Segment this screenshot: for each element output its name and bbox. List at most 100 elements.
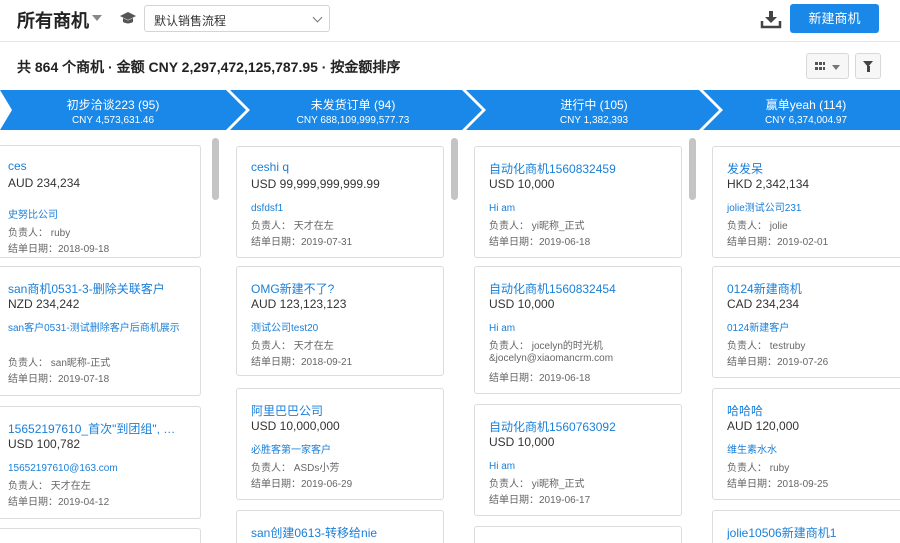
view-switch-button[interactable]: [806, 53, 849, 79]
card-title[interactable]: 发发呆: [727, 160, 900, 177]
caret-down-icon: [832, 65, 840, 70]
card-title[interactable]: jolie10506新建商机1: [727, 524, 900, 541]
card-title[interactable]: san商机0531-3-删除关联客户: [8, 280, 194, 297]
opportunity-card[interactable]: 0124新建商机 CAD 234,234 0124新建客户 负责人： testr…: [712, 266, 900, 378]
card-customer[interactable]: 测试公司test20: [251, 321, 437, 337]
opportunity-card[interactable]: 自动化商机1560763092 USD 10,000 Hi am 负责人： yi…: [474, 404, 682, 516]
summary-text: 共 864 个商机 · 金额 CNY 2,297,472,125,787.95 …: [17, 59, 401, 75]
card-customer[interactable]: 必胜客第一家客户: [251, 443, 437, 459]
stage-column-4: 发发呆 HKD 2,342,134 jolie测试公司231 负责人： joli…: [712, 138, 900, 543]
card-title[interactable]: OMG新建不了?: [251, 280, 437, 297]
page-title[interactable]: 所有商机: [17, 7, 89, 33]
import-icon[interactable]: [760, 9, 782, 29]
card-customer[interactable]: Hi am: [489, 201, 675, 217]
stage-bar: 初步洽谈223 (95) CNY 4,573,631.46 未发货订单 (94)…: [0, 90, 900, 130]
card-title[interactable]: 15652197610_首次"到团组", …: [8, 420, 194, 437]
card-close-date: 结单日期：2019-07-26: [727, 357, 829, 368]
card-close-date: 结单日期：2019-02-01: [727, 237, 829, 248]
opportunity-card[interactable]: 发发呆 HKD 2,342,134 jolie测试公司231 负责人： joli…: [712, 146, 900, 258]
card-amount: USD 99,999,999,999.99: [251, 177, 380, 191]
card-amount: AUD 123,123,123: [251, 297, 347, 311]
card-title[interactable]: san创建0613-转移给nie: [251, 524, 437, 541]
card-close-date: 结单日期：2018-09-21: [251, 357, 353, 368]
column-1-scrollbar[interactable]: [212, 138, 219, 200]
stage-name: 赢单yeah (114): [765, 98, 847, 112]
card-close-date: 结单日期：2019-04-12: [8, 497, 110, 508]
card-owner: 负责人： testruby: [727, 341, 806, 352]
card-owner: 负责人： jocelyn的时光机: [489, 341, 603, 352]
stage-1[interactable]: 初步洽谈223 (95) CNY 4,573,631.46: [0, 90, 226, 130]
card-customer[interactable]: 维生素水水: [727, 443, 900, 459]
card-close-date: 结单日期：2019-06-29: [251, 479, 353, 490]
card-close-date: 结单日期：2019-07-31: [251, 237, 353, 248]
card-owner: 负责人： ruby: [8, 228, 71, 239]
top-bar: 所有商机 默认销售流程 新建商机: [0, 0, 900, 42]
opportunity-card[interactable]: san商机0531-3-删除关联客户 NZD 234,242 san客户0531…: [0, 266, 201, 396]
stage-name: 进行中 (105): [560, 98, 628, 112]
card-owner: 负责人： jolie: [727, 221, 788, 232]
card-title[interactable]: ceshi q: [251, 160, 437, 174]
graduation-cap-icon: [120, 12, 136, 24]
card-close-date: 结单日期：2019-07-18: [8, 374, 110, 385]
card-amount: USD 10,000: [489, 435, 555, 449]
opportunity-card[interactable]: 自动化商机1560832459 USD 10,000 Hi am 负责人： yi…: [474, 146, 682, 258]
opportunity-card[interactable]: OMG新建不了? AUD 123,123,123 测试公司test20 负责人：…: [236, 266, 444, 376]
opportunity-card[interactable]: ceshi q USD 99,999,999,999.99 dsfdsf1 负责…: [236, 146, 444, 258]
card-title[interactable]: 哈哈哈: [727, 402, 900, 419]
card-customer[interactable]: Hi am: [489, 321, 675, 337]
opportunity-card[interactable]: 自动化商机1560832454 USD 10,000 Hi am 负责人： jo…: [474, 266, 682, 394]
opportunity-card[interactable]: jolie10506新建商机1: [712, 510, 900, 543]
card-close-date: 结单日期：2018-09-25: [727, 479, 829, 490]
card-close-date: 结单日期：2019-06-17: [489, 495, 591, 506]
stage-3[interactable]: 进行中 (105) CNY 1,382,393: [476, 90, 712, 130]
opportunity-card[interactable]: san创建0613-转移给nie: [236, 510, 444, 543]
card-amount: USD 10,000: [489, 177, 555, 191]
card-owner: 负责人： yi昵称_正式: [489, 479, 585, 490]
card-close-date: 结单日期：2019-06-18: [489, 373, 591, 384]
opportunity-card[interactable]: 阿里巴巴公司 USD 10,000,000 必胜客第一家客户 负责人： ASDs…: [236, 388, 444, 500]
opportunity-card[interactable]: ces AUD 234,234 史努比公司 负责人： ruby 结单日期：201…: [0, 145, 201, 258]
card-owner: 负责人： 天才在左: [251, 341, 334, 352]
card-title[interactable]: 0124新建商机: [727, 280, 900, 297]
pipeline-select[interactable]: 默认销售流程: [144, 5, 330, 32]
card-customer[interactable]: Hi am: [489, 459, 675, 475]
new-opportunity-button[interactable]: 新建商机: [790, 4, 879, 33]
card-amount: NZD 234,242: [8, 297, 80, 311]
card-customer[interactable]: 史努比公司: [8, 208, 194, 224]
card-title[interactable]: 自动化商机1560763092: [489, 418, 675, 435]
stage-name: 初步洽谈223 (95): [66, 98, 160, 112]
card-title[interactable]: ces: [8, 159, 194, 173]
card-owner: 负责人： ASDs小芳: [251, 463, 340, 474]
stage-2[interactable]: 未发货订单 (94) CNY 688,109,999,577.73: [240, 90, 466, 130]
card-owner: 负责人： ruby: [727, 463, 790, 474]
opportunity-card[interactable]: 哈哈哈 AUD 120,000 维生素水水 负责人： ruby 结单日期：201…: [712, 388, 900, 500]
chevron-down-icon: [312, 12, 323, 23]
stage-4[interactable]: 赢单yeah (114) CNY 6,374,004.97: [712, 90, 900, 130]
card-customer[interactable]: jolie测试公司231: [727, 201, 900, 217]
stage-amount: CNY 6,374,004.97: [764, 115, 848, 126]
filter-button[interactable]: [855, 53, 881, 79]
stage-column-1: ces AUD 234,234 史努比公司 负责人： ruby 结单日期：201…: [0, 138, 211, 543]
stage-amount: CNY 4,573,631.46: [71, 115, 155, 126]
card-close-date: 结单日期：2018-09-18: [8, 244, 110, 255]
card-title[interactable]: 自动化商机1560832454: [489, 280, 675, 297]
caret-down-icon[interactable]: [92, 15, 102, 21]
card-amount: USD 100,782: [8, 437, 81, 451]
column-2-scrollbar[interactable]: [451, 138, 458, 200]
card-customer[interactable]: 15652197610@163.com: [8, 461, 194, 477]
opportunity-card[interactable]: 15652197610_首次"到团组", … USD 100,782 15652…: [0, 406, 201, 519]
card-amount: HKD 2,342,134: [727, 177, 810, 191]
card-amount: AUD 234,234: [8, 176, 81, 190]
card-amount: AUD 120,000: [727, 419, 800, 433]
card-customer[interactable]: 0124新建客户: [727, 321, 900, 337]
card-customer[interactable]: san客户0531-测试删除客户后商机展示: [8, 321, 194, 337]
opportunity-card[interactable]: [474, 526, 682, 543]
card-customer[interactable]: dsfdsf1: [251, 201, 437, 217]
card-title[interactable]: 阿里巴巴公司: [251, 402, 437, 419]
card-amount: USD 10,000: [489, 297, 555, 311]
card-title[interactable]: 自动化商机1560832459: [489, 160, 675, 177]
stage-column-2: ceshi q USD 99,999,999,999.99 dsfdsf1 负责…: [236, 138, 454, 543]
stage-amount: CNY 688,109,999,577.73: [296, 115, 410, 126]
column-3-scrollbar[interactable]: [689, 138, 696, 200]
opportunity-card[interactable]: [0, 528, 201, 543]
